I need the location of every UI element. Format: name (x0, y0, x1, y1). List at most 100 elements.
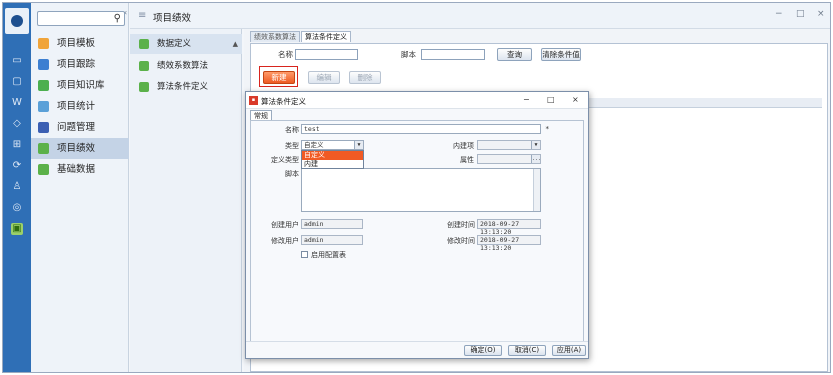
dialog-titlebar: ▪ 算法条件定义 − □ × (246, 92, 588, 109)
modify-user-field: admin (301, 235, 363, 245)
cancel-button[interactable]: 取消(C) (508, 345, 546, 356)
enable-config-checkbox[interactable] (301, 251, 308, 258)
sidebar-item-label: 项目跟踪 (57, 59, 96, 70)
tab-general[interactable]: 常规 (250, 110, 272, 120)
template-icon (38, 38, 49, 49)
app-logo-icon: ▪ (249, 96, 258, 105)
ok-button[interactable]: 确定(O) (464, 345, 502, 356)
script-label: 脚本 (285, 170, 299, 178)
create-button[interactable]: 新建 (263, 71, 295, 84)
edit-button[interactable]: 编辑 (308, 71, 340, 84)
tracking-icon (38, 59, 49, 70)
script-filter-input[interactable] (421, 49, 485, 60)
refresh-icon[interactable]: ⟳ (11, 160, 23, 172)
sidebar-item-label: 问题管理 (57, 122, 96, 133)
sidebar-item-label: 基础数据 (57, 164, 96, 175)
sidebar-item-stats[interactable]: 项目统计 (31, 96, 129, 117)
sidebar-item-tracking[interactable]: 项目跟踪 (31, 54, 129, 75)
page-title: 项目绩效 (153, 13, 192, 24)
create-time-label: 创建时间 (447, 221, 475, 229)
main-header: ≡ 项目绩效 − □ × (130, 3, 830, 29)
attribute-field[interactable]: ... (477, 154, 541, 164)
monitor-icon[interactable]: ▭ (11, 55, 23, 67)
type-option-builtin[interactable]: 内建 (302, 160, 363, 169)
folder-icon[interactable]: ▢ (11, 76, 23, 88)
icon-rail: ▭ ▢ W ◇ ⊞ ⟳ ♙ ◎ ▣ (3, 3, 31, 372)
modify-time-field: 2018-09-27 13:13:20 (477, 235, 541, 252)
sidebar-item-label: 项目绩效 (57, 143, 96, 154)
create-time-field: 2018-09-27 13:13:20 (477, 219, 541, 236)
sidebar-item-label: 项目模板 (57, 38, 96, 49)
performance-rail-icon[interactable]: ▣ (11, 223, 23, 235)
subnav-item-algorithm[interactable]: 绩效系数算法 (130, 56, 242, 76)
caret-up-icon[interactable]: ▲ (233, 34, 238, 54)
name-filter-label: 名称 (278, 50, 293, 59)
cube-icon[interactable]: ◇ (11, 118, 23, 130)
create-user-label: 创建用户 (271, 221, 299, 229)
data-icon (139, 39, 149, 49)
sidebar-item-issues[interactable]: 问题管理 (31, 117, 129, 138)
name-filter-input[interactable] (295, 49, 358, 60)
basedata-icon (38, 164, 49, 175)
name-label: 名称 (285, 126, 299, 134)
sidebar-item-label: 项目统计 (57, 101, 96, 112)
sidebar-item-basedata[interactable]: 基础数据 (31, 159, 129, 180)
dialog-form: 名称 test * 类型 自定义 ▼ 自定义 内建 内建项 ▼ 定义类型 属性 … (250, 120, 584, 342)
type-select[interactable]: 自定义 ▼ (301, 140, 364, 150)
algorithm-icon (139, 61, 149, 71)
modify-time-label: 修改时间 (447, 237, 475, 245)
user-icon[interactable]: ♙ (11, 181, 23, 193)
dialog-title: 算法条件定义 (261, 97, 306, 106)
scrollbar[interactable] (533, 169, 540, 211)
chevron-down-icon[interactable]: ▼ (531, 141, 540, 149)
tab-algorithm[interactable]: 绩效系数算法 (250, 31, 300, 42)
search-input[interactable]: ⚲ (37, 11, 125, 26)
builtin-select[interactable]: ▼ (477, 140, 541, 150)
content-tabs: 绩效系数算法 算法条件定义 (250, 31, 352, 43)
apply-button[interactable]: 应用(A) (552, 345, 586, 356)
sidebar: ⚲ ‹ 项目模板 项目跟踪 项目知识库 项目统计 问题管理 项目绩效 基础数据 (31, 3, 129, 372)
condition-dialog: ▪ 算法条件定义 − □ × 常规 名称 test * 类型 自定义 ▼ 自定义… (245, 91, 589, 359)
condition-icon (139, 82, 149, 92)
minimize-button[interactable]: − (775, 9, 783, 19)
ellipsis-button[interactable]: ... (531, 155, 541, 163)
script-textarea[interactable] (301, 168, 541, 212)
dialog-close-button[interactable]: × (572, 95, 579, 104)
delete-button[interactable]: 删除 (349, 71, 381, 84)
clear-conditions-button[interactable]: 清除条件值 (541, 48, 581, 61)
restore-button[interactable]: □ (796, 9, 805, 19)
dialog-restore-button[interactable]: □ (547, 95, 555, 104)
sidebar-item-knowledge[interactable]: 项目知识库 (31, 75, 129, 96)
attribute-label: 属性 (460, 156, 474, 164)
subnav-item-label: 绩效系数算法 (157, 61, 209, 71)
subnav-item-label: 算法条件定义 (157, 82, 209, 92)
search-icon[interactable]: ⚲ (114, 13, 121, 24)
type-select-value: 自定义 (304, 141, 324, 149)
grid-icon[interactable]: ⊞ (11, 139, 23, 151)
required-mark: * (545, 125, 550, 133)
sub-navigation: 数据定义 ▲ 绩效系数算法 算法条件定义 (130, 29, 242, 372)
dialog-footer: 确定(O) 取消(C) 应用(A) (246, 341, 588, 358)
tab-condition-definition[interactable]: 算法条件定义 (301, 31, 351, 42)
query-button[interactable]: 查询 (497, 48, 532, 61)
subnav-item-data-definition[interactable]: 数据定义 ▲ (130, 34, 242, 54)
subnav-item-condition[interactable]: 算法条件定义 (130, 77, 242, 97)
define-type-label: 定义类型 (271, 156, 299, 164)
knowledge-icon (38, 80, 49, 91)
menu-icon[interactable]: ≡ (138, 10, 146, 21)
sidebar-item-performance[interactable]: 项目绩效 (31, 138, 129, 159)
name-field[interactable]: test (301, 124, 541, 134)
type-dropdown-list: 自定义 内建 (301, 150, 364, 169)
app-logo (5, 8, 29, 34)
enable-config-label: 启用配置表 (311, 251, 346, 259)
type-option-custom[interactable]: 自定义 (302, 151, 363, 160)
dialog-minimize-button[interactable]: − (523, 95, 530, 104)
sidebar-item-template[interactable]: 项目模板 (31, 33, 129, 54)
chevron-down-icon[interactable]: ▼ (354, 141, 363, 149)
chart-icon[interactable]: W (11, 97, 23, 109)
modify-user-label: 修改用户 (271, 237, 299, 245)
settings-icon[interactable]: ◎ (11, 202, 23, 214)
issue-icon (38, 122, 49, 133)
collapse-icon[interactable]: ‹ (124, 8, 127, 17)
close-button[interactable]: × (817, 9, 825, 19)
